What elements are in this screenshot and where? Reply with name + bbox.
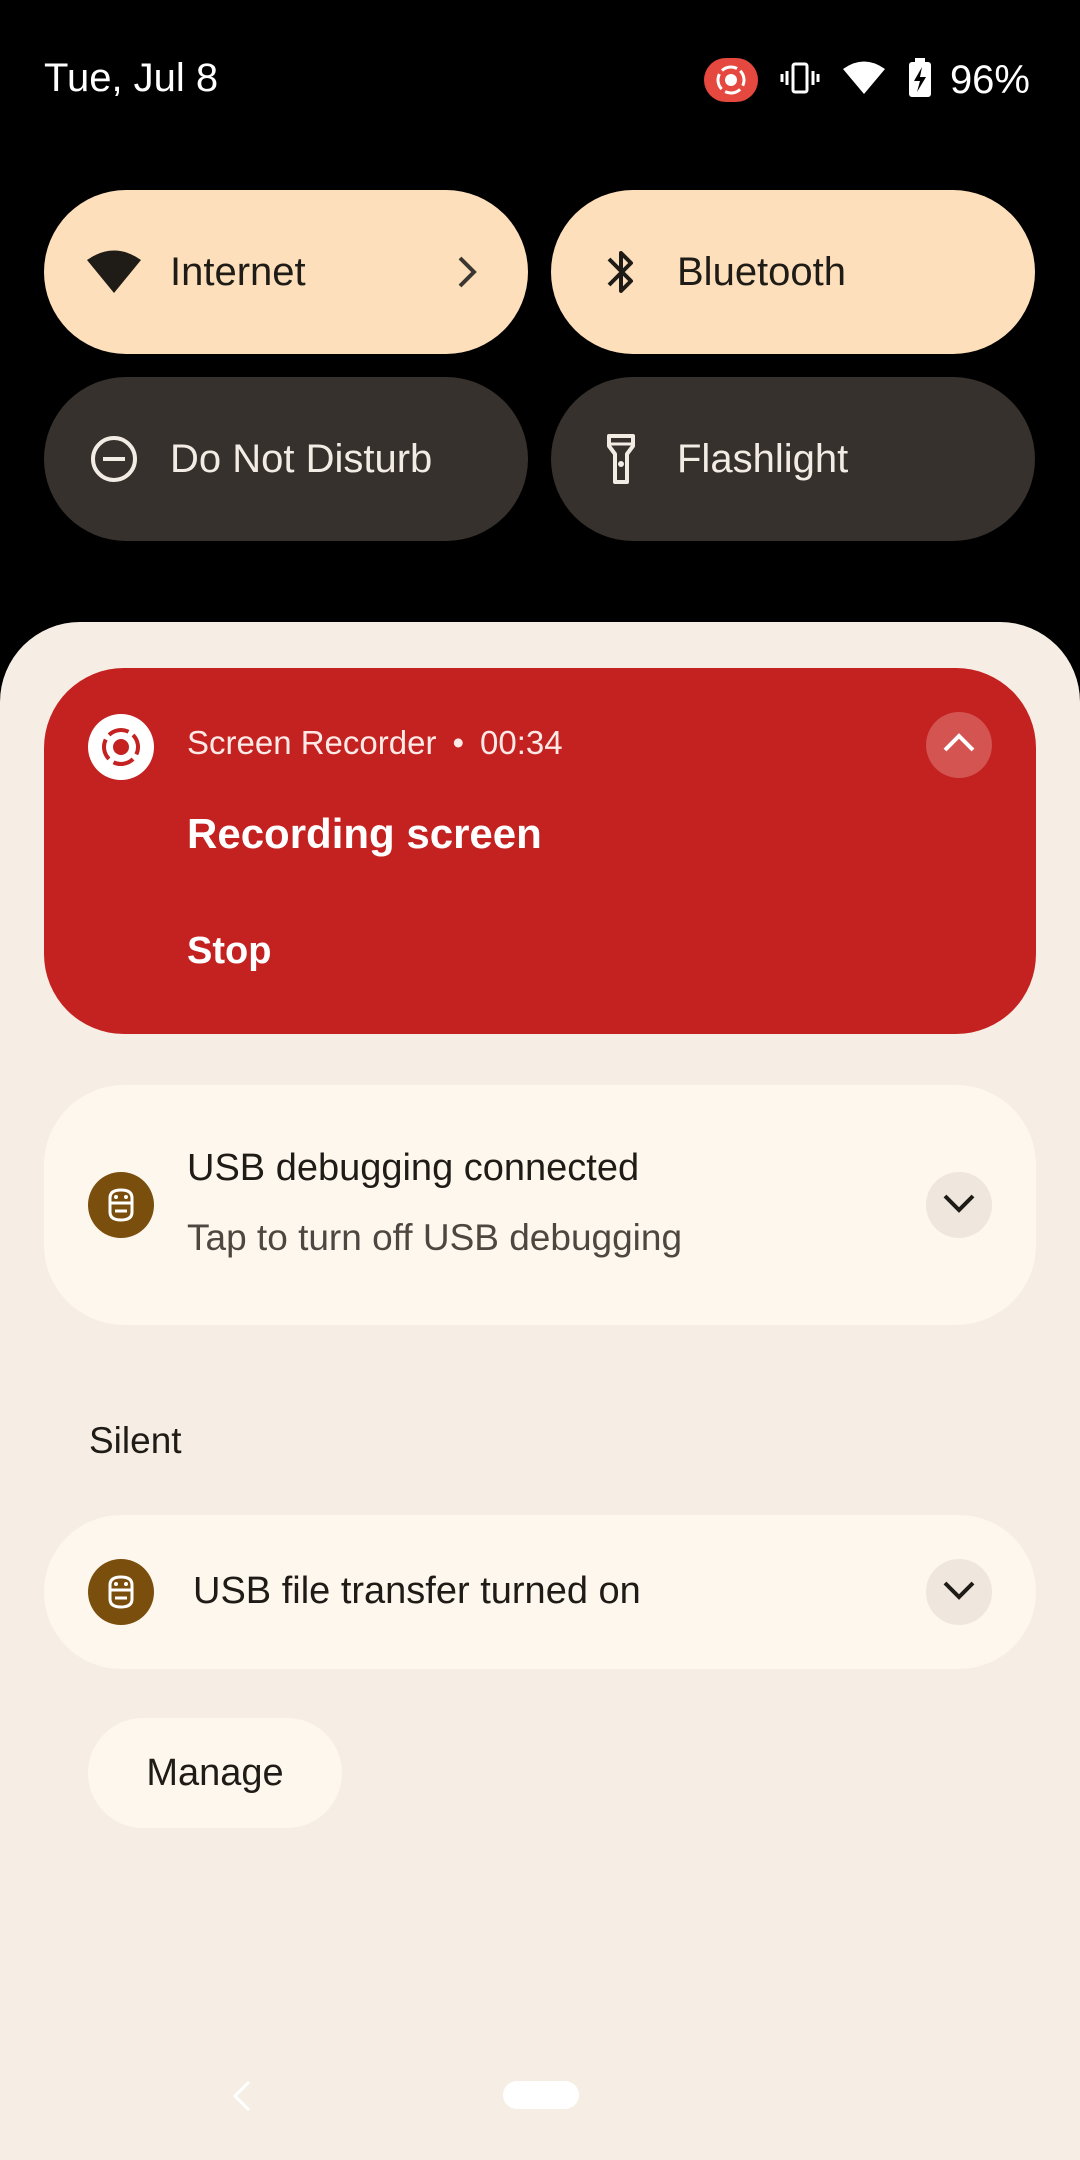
flashlight-icon bbox=[593, 431, 649, 487]
screen-recorder-app-icon bbox=[88, 714, 154, 780]
tile-internet[interactable]: Internet bbox=[44, 190, 528, 354]
chevron-up-icon bbox=[939, 723, 979, 768]
notification-title: USB file transfer turned on bbox=[193, 1570, 641, 1612]
chevron-down-icon bbox=[939, 1183, 979, 1228]
tile-flashlight[interactable]: Flashlight bbox=[551, 377, 1035, 541]
home-gesture-handle[interactable] bbox=[503, 2081, 579, 2109]
manage-notifications-button[interactable]: Manage bbox=[88, 1718, 342, 1828]
notification-text: Tap to turn off USB debugging bbox=[187, 1217, 683, 1258]
tile-label: Internet bbox=[170, 249, 306, 294]
back-gesture-icon[interactable] bbox=[225, 2078, 257, 2114]
status-bar: Tue, Jul 8 96% bbox=[0, 0, 1080, 160]
notification-title: USB debugging connected bbox=[187, 1147, 640, 1189]
android-debug-icon bbox=[88, 1172, 154, 1238]
tile-label: Flashlight bbox=[677, 436, 849, 481]
elapsed-time: 00:34 bbox=[480, 724, 563, 761]
notification-shade-screen: Tue, Jul 8 96% Internet Bluetooth Do Not… bbox=[0, 0, 1080, 2160]
wifi-icon bbox=[86, 244, 142, 300]
do-not-disturb-icon bbox=[86, 431, 142, 487]
status-date: Tue, Jul 8 bbox=[44, 56, 219, 100]
collapse-button[interactable] bbox=[926, 712, 992, 778]
bluetooth-icon bbox=[593, 244, 649, 300]
chevron-down-icon bbox=[939, 1570, 979, 1615]
app-name: Screen Recorder bbox=[187, 724, 437, 761]
tile-do-not-disturb[interactable]: Do Not Disturb bbox=[44, 377, 528, 541]
tile-label: Bluetooth bbox=[677, 249, 847, 294]
tile-label: Do Not Disturb bbox=[170, 436, 433, 481]
android-debug-icon bbox=[88, 1559, 154, 1625]
screen-recording-notification[interactable]: Screen Recorder • 00:34 Recording screen… bbox=[44, 668, 1036, 1034]
battery-charging-icon bbox=[908, 57, 932, 103]
battery-percent: 96% bbox=[949, 57, 1030, 102]
silent-section-label: Silent bbox=[89, 1420, 182, 1461]
stop-recording-button[interactable]: Stop bbox=[187, 930, 271, 973]
vibrate-icon bbox=[780, 58, 820, 103]
notification-header: Screen Recorder • 00:34 bbox=[187, 724, 563, 762]
usb-debugging-notification[interactable]: USB debugging connected Tap to turn off … bbox=[44, 1085, 1036, 1325]
chevron-right-icon bbox=[446, 252, 486, 292]
usb-file-transfer-notification[interactable]: USB file transfer turned on bbox=[44, 1515, 1036, 1669]
expand-button[interactable] bbox=[926, 1559, 992, 1625]
tile-bluetooth[interactable]: Bluetooth bbox=[551, 190, 1035, 354]
screen-record-icon bbox=[703, 58, 758, 102]
expand-button[interactable] bbox=[926, 1172, 992, 1238]
notification-title: Recording screen bbox=[187, 810, 542, 857]
wifi-icon bbox=[842, 60, 886, 101]
status-icons: 96% bbox=[703, 56, 1030, 104]
header-separator: • bbox=[452, 724, 465, 761]
